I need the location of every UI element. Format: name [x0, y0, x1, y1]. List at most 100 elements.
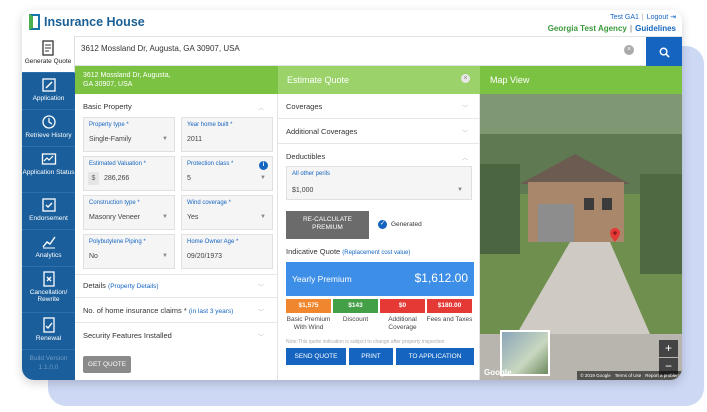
send-quote-button[interactable]: SEND QUOTE [286, 348, 346, 365]
button-label-line1: RE-CALCULATE [302, 216, 352, 223]
coverages-row[interactable]: Coverages [286, 102, 322, 111]
indicative-title-text: Indicative Quote [286, 247, 341, 256]
field-label: Polybutylene Piping * [89, 239, 146, 245]
caret-down-icon: ▼ [260, 175, 266, 181]
sidebar-item-generate-quote[interactable]: Generate Quote [22, 36, 75, 73]
sidebar-item-label: Generate Quote [24, 58, 72, 65]
search-input[interactable]: 3612 Mossland Dr, Augusta, GA 30907, USA [81, 44, 240, 53]
divider [75, 274, 278, 275]
build-version-value: 1.1.0.0 [38, 363, 59, 371]
chevron-up-icon[interactable]: ︿ [258, 103, 264, 112]
get-quote-button[interactable]: GET QUOTE [83, 356, 131, 373]
sidebar-item-retrieve-history[interactable]: Retrieve History [22, 110, 75, 147]
field-value: $1,000 [292, 187, 314, 194]
agency-name: Georgia Test Agency [547, 24, 627, 33]
caret-down-icon: ▼ [260, 214, 266, 220]
basic-property-title[interactable]: Basic Property [83, 102, 132, 111]
renewal-icon [42, 317, 55, 333]
cancellation-icon [42, 271, 55, 287]
address-search-bar: 3612 Mossland Dr, Augusta, GA 30907, USA… [75, 36, 682, 67]
chevron-down-icon[interactable]: ﹀ [258, 307, 264, 316]
year-built-input[interactable]: Year home built * 2011 [181, 117, 273, 152]
chevron-down-icon[interactable]: ﹀ [462, 103, 468, 112]
fees-taxes-value: $180.00 [427, 299, 472, 313]
basic-premium-value: $1,575 [286, 299, 331, 313]
app-window: Insurance House Test GA1 | Logout ⇥ Georgi… [22, 10, 682, 380]
logo-text: Insurance House [44, 15, 145, 29]
field-label: Property type * [89, 122, 129, 128]
security-title[interactable]: Security Features Installed [83, 331, 172, 340]
sidebar-item-analytics[interactable]: Analytics [22, 230, 75, 267]
wind-coverage-select[interactable]: Wind coverage * Yes ▼ [181, 195, 273, 230]
logout-link[interactable]: Logout [647, 14, 668, 21]
clear-icon[interactable]: × [624, 45, 634, 55]
home-owner-age-input[interactable]: Home Owner Age * 09/20/1973 [181, 234, 273, 269]
logo[interactable]: Insurance House [29, 14, 145, 30]
build-version-label: Build Version [29, 355, 68, 363]
close-icon[interactable]: × [461, 74, 470, 83]
user-name[interactable]: Test GA1 [610, 14, 639, 21]
property-details-link[interactable]: (Property Details) [108, 283, 159, 290]
field-label: Year home built * [187, 122, 233, 128]
zoom-in-button[interactable]: + [659, 340, 678, 357]
sidebar-item-label: Cancellation/ Rewrite [29, 289, 68, 304]
report-problem-link[interactable]: Report a problem [645, 371, 680, 380]
top-bar: Insurance House Test GA1 | Logout ⇥ Georgi… [22, 10, 682, 36]
polybutylene-piping-select[interactable]: Polybutylene Piping * No ▼ [83, 234, 175, 269]
logout-icon[interactable]: ⇥ [670, 14, 676, 21]
construction-type-select[interactable]: Construction type * Masonry Veneer ▼ [83, 195, 175, 230]
property-type-select[interactable]: Property type * Single-Family ▼ [83, 117, 175, 152]
sidebar-item-endorsement[interactable]: Endorsement [22, 193, 75, 230]
caret-down-icon: ▼ [457, 187, 463, 193]
address-header: 3612 Mossland Dr, Augusta, GA 30907, USA [75, 66, 278, 94]
quote-note: Note:This quote indication is subject to… [286, 339, 445, 345]
chevron-down-icon[interactable]: ﹀ [258, 332, 264, 341]
edit-icon [41, 78, 56, 92]
details-title: Details [83, 281, 106, 290]
to-application-button[interactable]: TO APPLICATION [396, 348, 474, 365]
copyright-text: © 2019 Google [580, 373, 611, 378]
field-value: Single-Family [89, 136, 132, 143]
field-label: All other perils [292, 171, 331, 177]
field-label: Construction type * [89, 200, 140, 206]
all-other-perils-select[interactable]: All other perils $1,000 ▼ [286, 166, 472, 200]
sidebar-item-renewal[interactable]: Renewal [22, 313, 75, 350]
caret-down-icon: ▼ [162, 214, 168, 220]
map-title: Map View [490, 75, 530, 85]
search-button[interactable] [646, 37, 682, 67]
field-value: No [89, 253, 98, 260]
sidebar-item-label: Analytics [35, 252, 62, 259]
claims-section[interactable]: No. of home insurance claims * (in last … [83, 306, 233, 315]
field-value: 2011 [187, 136, 203, 143]
sidebar-item-application[interactable]: Application [22, 73, 75, 110]
info-icon[interactable]: i [259, 161, 268, 170]
recalculate-premium-button[interactable]: RE-CALCULATE PREMIUM [286, 211, 369, 239]
check-circle-icon: ✓ [378, 220, 387, 229]
chevron-up-icon[interactable]: ︿ [462, 153, 468, 162]
sidebar-item-label: Renewal [35, 335, 62, 342]
sidebar-item-cancellation-rewrite[interactable]: Cancellation/ Rewrite [22, 267, 75, 313]
valuation-input[interactable]: Estimated Valuation * $ 286,266 [83, 156, 175, 191]
location-pin-icon[interactable] [610, 228, 620, 242]
terms-link[interactable]: Terms of Use [615, 371, 642, 380]
caret-down-icon: ▼ [162, 136, 168, 142]
field-value: Yes [187, 214, 199, 221]
sidebar-item-application-status[interactable]: Application Status [22, 147, 75, 193]
chevron-down-icon[interactable]: ﹀ [462, 128, 468, 137]
print-button[interactable]: PRINT [349, 348, 393, 365]
map-street-view[interactable]: + − Google © 2019 Google Terms of Use Re… [480, 94, 682, 380]
fees-taxes-caption: Fees and Taxes [426, 316, 473, 323]
additional-coverage-value: $0 [380, 299, 425, 313]
guidelines-link[interactable]: Guidelines [635, 24, 676, 33]
protection-class-select[interactable]: Protection class * i 5 ▼ [181, 156, 273, 191]
details-section[interactable]: Details (Property Details) [83, 281, 159, 290]
sidebar-item-label: Application [32, 95, 65, 102]
claims-period: (in last 3 years) [188, 308, 234, 315]
indicative-subtitle: (Replacement cost value) [342, 250, 411, 256]
deductibles-title[interactable]: Deductibles [286, 152, 325, 161]
chevron-down-icon[interactable]: ﹀ [258, 282, 264, 291]
button-label-line2: PREMIUM [312, 224, 343, 232]
estimate-header: Estimate Quote × [278, 66, 480, 94]
analytics-icon [41, 236, 56, 249]
additional-coverages-row[interactable]: Additional Coverages [286, 127, 357, 136]
